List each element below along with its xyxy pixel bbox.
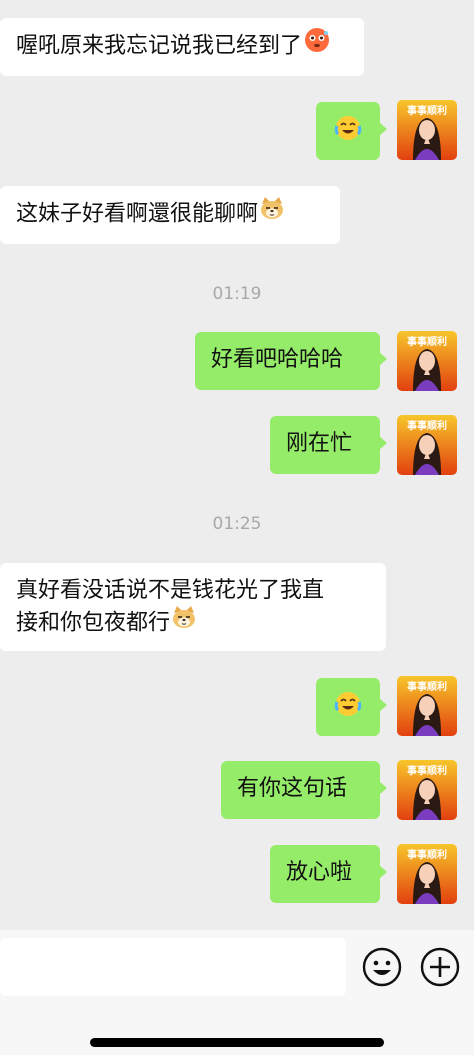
svg-text:事事顺利: 事事顺利 — [407, 848, 447, 861]
avatar[interactable]: 事事顺利 — [397, 415, 457, 475]
message-bubble-received[interactable]: 喔吼原来我忘记说我已经到了 — [0, 18, 364, 76]
message-bubble-sent[interactable] — [316, 102, 387, 160]
avatar[interactable]: 事事顺利 — [397, 331, 457, 391]
doge-face-icon — [258, 197, 285, 231]
chat-area: 喔吼原来我忘记说我已经到了 事事顺利 这妹子好看啊還很能聊啊 01:19 好看吧… — [0, 0, 474, 930]
message-text: 刚在忙 — [286, 431, 353, 456]
avatar[interactable]: 事事顺利 — [397, 676, 457, 736]
svg-text:事事顺利: 事事顺利 — [407, 680, 447, 693]
message-text: 这妹子好看啊還很能聊啊 — [16, 201, 259, 227]
message-bubble-sent[interactable]: 有你这句话 — [221, 761, 387, 819]
message-text-line: 接和你包夜都行 — [16, 610, 171, 636]
avatar[interactable]: 事事顺利 — [397, 760, 457, 820]
message-text: 喔吼原来我忘记说我已经到了 — [16, 33, 303, 59]
message-bubble-received[interactable]: 真好看没话说不是钱花光了我直 接和你包夜都行 — [0, 563, 386, 651]
svg-text:事事顺利: 事事顺利 — [407, 104, 447, 117]
message-bubble-sent[interactable] — [316, 678, 387, 736]
plus-circle-icon[interactable] — [419, 946, 461, 988]
avatar[interactable]: 事事顺利 — [397, 100, 457, 160]
crying-laughing-face-icon — [334, 114, 362, 152]
timestamp: 01:25 — [212, 514, 262, 534]
smiley-face-icon[interactable] — [361, 946, 403, 988]
message-bubble-sent[interactable]: 刚在忙 — [270, 416, 387, 474]
input-bar — [0, 930, 474, 1055]
message-bubble-received[interactable]: 这妹子好看啊還很能聊啊 — [0, 186, 340, 244]
timestamp: 01:19 — [212, 284, 262, 304]
doge-face-icon — [170, 606, 197, 640]
home-indicator — [90, 1038, 384, 1047]
avatar[interactable]: 事事顺利 — [397, 844, 457, 904]
message-text-line: 真好看没话说不是钱花光了我直 — [16, 578, 325, 603]
message-bubble-sent[interactable]: 好看吧哈哈哈 — [195, 332, 387, 390]
message-input[interactable] — [0, 938, 346, 996]
flushed-face-icon — [302, 28, 330, 63]
svg-text:事事顺利: 事事顺利 — [407, 419, 447, 432]
message-text: 好看吧哈哈哈 — [211, 347, 344, 372]
svg-text:事事顺利: 事事顺利 — [407, 335, 447, 348]
message-text: 放心啦 — [286, 860, 353, 885]
svg-text:事事顺利: 事事顺利 — [407, 764, 447, 777]
message-text: 有你这句话 — [237, 776, 348, 801]
crying-laughing-face-icon — [334, 690, 362, 728]
message-bubble-sent[interactable]: 放心啦 — [270, 845, 387, 903]
